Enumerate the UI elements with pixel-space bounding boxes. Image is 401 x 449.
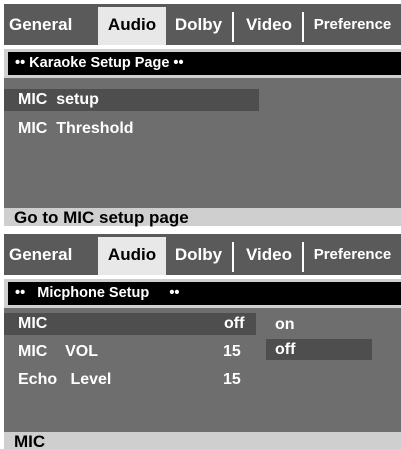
tab-dolby[interactable]: Dolby <box>167 234 230 275</box>
menu-item-echo-level[interactable]: Echo Level 15 <box>4 369 256 391</box>
menu-panel: MIC setup MIC Threshold <box>4 78 401 208</box>
tab-bar: General Audio Dolby Video Preference <box>4 234 401 275</box>
status-bar: Go to MIC setup page <box>4 208 401 227</box>
tab-video[interactable]: Video <box>235 234 303 275</box>
menu-item-mic-vol[interactable]: MIC VOL 15 <box>4 341 256 363</box>
menu-item-mic-threshold[interactable]: MIC Threshold <box>4 118 259 140</box>
page-title: •• Karaoke Setup Page •• <box>8 52 401 75</box>
tab-audio[interactable]: Audio <box>98 7 166 45</box>
menu-item-label: MIC VOL <box>18 343 98 360</box>
page-title: •• Micphone Setup •• <box>8 282 401 305</box>
menu-item-mic-setup[interactable]: MIC setup <box>4 89 259 111</box>
status-text: Go to MIC setup page <box>14 208 189 227</box>
page-title-text: •• Karaoke Setup Page •• <box>15 55 184 71</box>
tab-audio[interactable]: Audio <box>98 237 166 275</box>
tab-preference[interactable]: Preference <box>304 4 401 45</box>
option-label: off <box>275 341 296 358</box>
tab-bar: General Audio Dolby Video Preference <box>4 4 401 45</box>
menu-panel: MIC off MIC VOL 15 Echo Level 15 on off <box>4 308 401 432</box>
menu-item-value: 15 <box>223 371 241 388</box>
status-bar: MIC <box>4 432 401 449</box>
menu-item-label: MIC <box>18 315 48 332</box>
menu-item-label: MIC setup <box>18 91 99 108</box>
tab-general[interactable]: General <box>9 234 93 275</box>
tab-divider <box>232 242 234 272</box>
option-label: on <box>275 316 295 333</box>
page-title-text: •• Micphone Setup •• <box>15 285 180 301</box>
tab-divider <box>232 12 234 42</box>
status-text: MIC <box>14 432 46 449</box>
menu-item-value: 15 <box>223 343 241 360</box>
micphone-setup-screen: General Audio Dolby Video Preference •• … <box>4 234 401 449</box>
menu-item-label: MIC Threshold <box>18 120 134 137</box>
karaoke-setup-screen: General Audio Dolby Video Preference •• … <box>4 4 401 227</box>
option-off[interactable]: off <box>266 339 372 360</box>
option-on[interactable]: on <box>266 314 372 335</box>
tab-underline <box>4 275 401 279</box>
tab-dolby[interactable]: Dolby <box>167 4 230 45</box>
tab-underline <box>4 45 401 49</box>
tab-video[interactable]: Video <box>235 4 303 45</box>
tab-preference[interactable]: Preference <box>304 234 401 275</box>
tab-general[interactable]: General <box>9 4 93 45</box>
menu-item-label: Echo Level <box>18 371 112 388</box>
menu-item-mic[interactable]: MIC off <box>4 313 256 335</box>
menu-item-value: off <box>224 315 245 332</box>
